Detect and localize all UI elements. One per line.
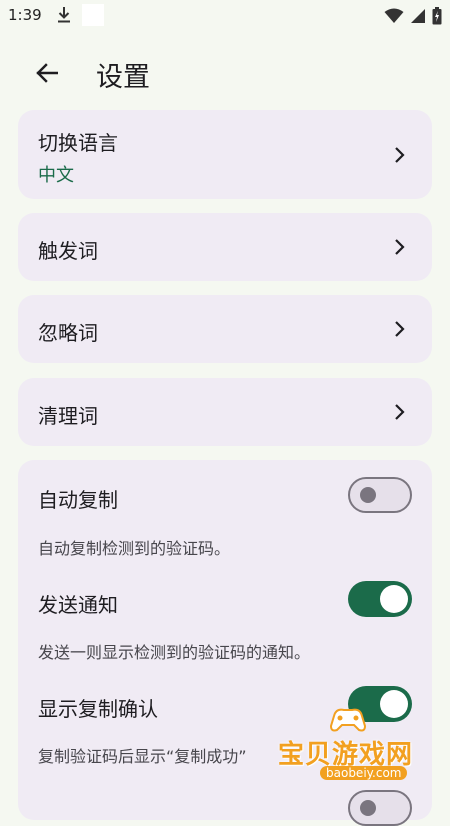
next-setting-switch[interactable] <box>348 790 412 826</box>
chevron-right-icon <box>395 321 405 337</box>
language-setting-title: 切换语言 <box>38 131 118 155</box>
switch-knob <box>360 487 376 503</box>
switch-knob <box>360 800 376 816</box>
ignore-words-title: 忽略词 <box>38 321 98 345</box>
trigger-words-setting[interactable]: 触发词 <box>18 213 432 281</box>
send-notification-title: 发送通知 <box>38 593 118 617</box>
signal-icon <box>411 9 425 23</box>
copy-confirmation-description: 复制验证码后显示“复制成功” <box>38 747 247 766</box>
battery-icon <box>432 7 442 25</box>
switch-knob <box>380 585 408 613</box>
back-button[interactable] <box>30 56 64 90</box>
chevron-right-icon <box>395 239 405 255</box>
ignore-words-setting[interactable]: 忽略词 <box>18 295 432 363</box>
auto-copy-title: 自动复制 <box>38 488 118 512</box>
status-bar: 1:39 <box>0 0 450 32</box>
app-bar: 设置 <box>0 46 450 102</box>
download-icon <box>58 7 70 23</box>
watermark-url: baobeiy.com <box>320 766 408 780</box>
status-placeholder <box>82 4 104 26</box>
watermark-logo: 宝贝游戏网 baobeiy.com <box>272 700 432 784</box>
copy-confirmation-title: 显示复制确认 <box>38 697 158 721</box>
chevron-right-icon <box>395 404 405 420</box>
arrow-left-icon <box>36 63 58 83</box>
language-setting-value: 中文 <box>38 165 74 186</box>
status-icons <box>384 6 442 26</box>
wifi-icon <box>384 8 404 23</box>
trigger-words-title: 触发词 <box>38 239 98 263</box>
chevron-right-icon <box>395 147 405 163</box>
send-notification-description: 发送一则显示检测到的验证码的通知。 <box>38 643 311 662</box>
auto-copy-switch[interactable] <box>348 477 412 513</box>
auto-copy-description: 自动复制检测到的验证码。 <box>38 539 231 558</box>
status-time: 1:39 <box>8 6 42 24</box>
gamepad-icon <box>329 708 367 732</box>
language-setting[interactable]: 切换语言 中文 <box>18 110 432 199</box>
send-notification-switch[interactable] <box>348 581 412 617</box>
clean-words-title: 清理词 <box>38 404 98 428</box>
page-title: 设置 <box>96 62 150 93</box>
clean-words-setting[interactable]: 清理词 <box>18 378 432 446</box>
